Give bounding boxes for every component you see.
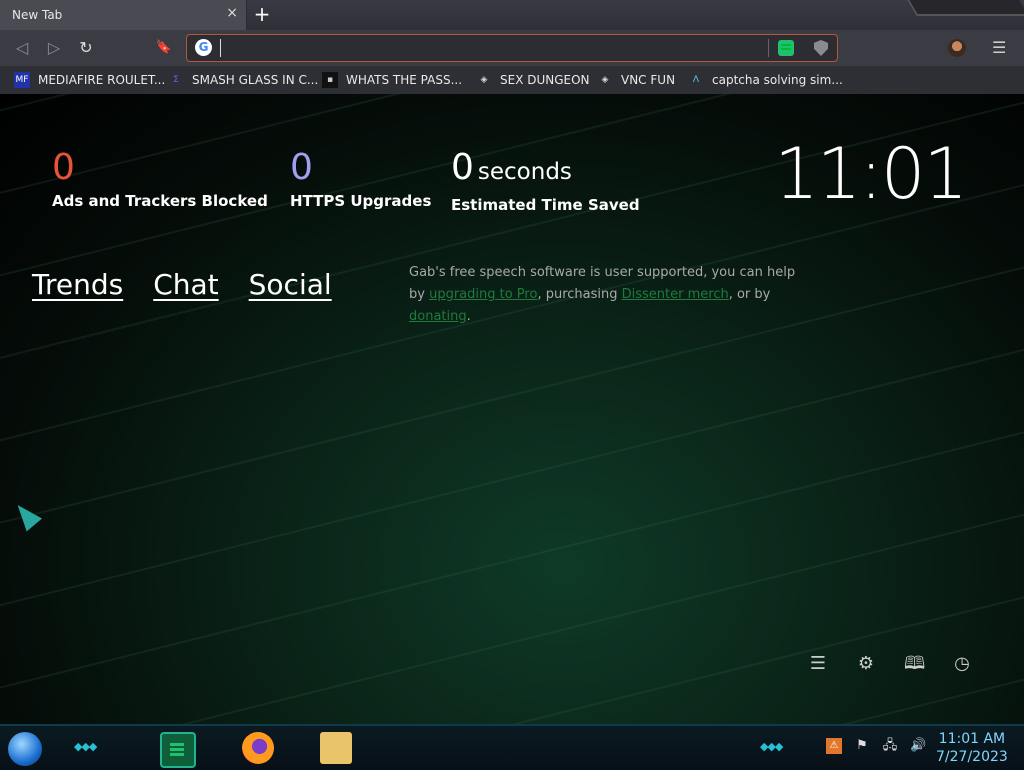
flag-icon[interactable]: ⚑ [854,738,870,754]
bookmark-label: MEDIAFIRE ROULET... [38,73,166,87]
https-upgrades-label: HTTPS Upgrades [290,192,432,210]
volume-icon[interactable]: 🔊 [910,738,926,754]
bookmark-item[interactable]: Λ captcha solving sim... [688,72,843,88]
bookmark-item[interactable]: MF MEDIAFIRE ROULET... [14,72,165,88]
tab-bar: New Tab × + [0,0,1024,30]
https-upgrades-count: 0 [290,147,313,188]
cube-icon: ◈ [601,75,609,85]
trends-link[interactable]: Trends [32,268,123,301]
upgrade-pro-link[interactable]: upgrading to Pro [429,287,537,302]
social-link[interactable]: Social [249,268,332,301]
bookmark-label: SEX DUNGEON [500,73,590,87]
tab-title: New Tab [12,8,63,22]
close-icon[interactable]: × [226,5,238,21]
bookmark-label: WHATS THE PASS... [346,73,463,87]
merch-link[interactable]: Dissenter merch [622,287,729,302]
time-saved-count: 0 [451,147,474,188]
clock: 11:01 [774,133,968,215]
bookmark-item[interactable]: ◈ SEX DUNGEON [476,72,590,88]
gab-text: , purchasing [537,287,622,302]
quick-links: Trends Chat Social [32,268,332,301]
reload-button[interactable]: ↻ [76,38,96,58]
file-explorer-icon[interactable] [320,732,352,764]
text-caret [220,39,221,57]
firefox-icon[interactable] [242,732,274,764]
bookmark-button[interactable]: 🔖 [154,38,174,58]
menu-button[interactable]: ☰ [992,38,1006,57]
gab-text: . [466,309,471,324]
bookmark-label: captcha solving sim... [712,73,843,87]
decor-chevrons: ◆◆◆ [74,740,97,753]
network-icon[interactable]: 🖧 [882,738,898,754]
bookmark-label: VNC FUN [621,73,676,87]
decor-chevrons: ◆◆◆ [760,740,783,753]
window-decoration [907,0,1024,16]
notification-icon[interactable]: ⚠ [826,738,842,754]
new-tab-button[interactable]: + [252,3,272,25]
terminal-icon: ▪ [322,72,338,88]
gab-text: , or by [728,287,771,302]
mouse-cursor [9,498,43,532]
bookmarks-bar: MF MEDIAFIRE ROULET... Σ SMASH GLASS IN … [0,66,1024,94]
back-button[interactable]: ◁ [12,38,32,58]
caret-icon: Λ [692,75,700,85]
toolbar: ◁ ▷ ↻ 🔖 G ☰ [0,30,1024,66]
separator [768,39,769,57]
bookmark-item[interactable]: ▪ WHATS THE PASS... [322,72,462,88]
mediafire-icon: MF [14,72,30,88]
ads-blocked-stat: 0 Ads and Trackers Blocked [52,147,268,211]
start-button[interactable] [8,732,42,766]
chat-link[interactable]: Chat [153,268,218,301]
dissenter-browser-icon[interactable] [160,732,196,768]
profile-avatar[interactable] [948,39,966,57]
settings-icon[interactable]: ⚙ [856,654,876,674]
taskbar: ◆◆◆ ◆◆◆ ⚠ ⚑ 🖧 🔊 11:01 AM 7/27/2023 [0,724,1024,770]
gab-support-text: Gab's free speech software is user suppo… [409,262,809,328]
customize-icon[interactable]: ☰ [808,654,828,674]
shield-icon[interactable] [814,40,828,56]
time-saved-label: Estimated Time Saved [451,196,640,214]
ads-blocked-count: 0 [52,147,75,188]
google-icon: G [195,39,212,56]
new-tab-page: 0 Ads and Trackers Blocked 0 HTTPS Upgra… [0,94,1024,724]
dissenter-comment-icon[interactable] [778,40,794,56]
https-upgrades-stat: 0 HTTPS Upgrades [290,147,432,211]
taskbar-time: 11:01 AM [938,731,1006,747]
bookmark-item[interactable]: Σ SMASH GLASS IN C... [168,72,318,88]
bookmark-label: SMASH GLASS IN C... [192,73,319,87]
donate-link[interactable]: donating [409,309,467,324]
time-saved-stat: 0 seconds Estimated Time Saved [451,147,640,215]
forward-button[interactable]: ▷ [44,38,64,58]
glass-icon: Σ [173,75,179,85]
system-tray: ⚠ ⚑ 🖧 🔊 [826,738,926,754]
bookmark-item[interactable]: ◈ VNC FUN [597,72,676,88]
tab-new-tab[interactable]: New Tab × [0,0,247,30]
time-saved-unit: seconds [477,159,572,185]
url-input[interactable] [223,37,747,61]
page-actions: ☰ ⚙ 🕮 ◷ [808,654,972,674]
bookmarks-icon[interactable]: 🕮 [904,654,925,674]
history-icon[interactable]: ◷ [952,654,972,674]
taskbar-clock[interactable]: 11:01 AM 7/27/2023 [936,730,1008,766]
ads-blocked-label: Ads and Trackers Blocked [52,192,268,210]
taskbar-date: 7/27/2023 [936,749,1008,765]
cube-icon: ◈ [480,75,488,85]
address-bar[interactable]: G [186,34,838,62]
